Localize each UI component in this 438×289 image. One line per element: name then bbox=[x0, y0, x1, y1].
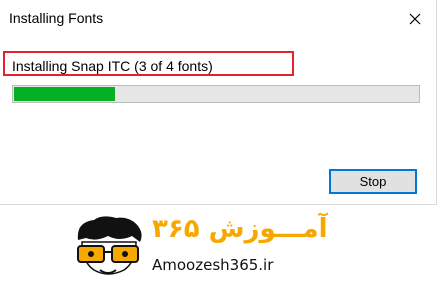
status-text: Installing Snap ITC (3 of 4 fonts) bbox=[12, 58, 213, 74]
installing-fonts-dialog: Installing Fonts Installing Snap ITC (3 … bbox=[0, 0, 437, 205]
watermark-persian-text: آمـــوزش ۳۶۵ bbox=[152, 214, 328, 244]
close-icon[interactable] bbox=[404, 8, 426, 30]
mascot-logo-icon bbox=[77, 216, 142, 275]
watermark: آمـــوزش ۳۶۵ Amoozesh365.ir bbox=[72, 212, 327, 286]
progress-bar-fill bbox=[14, 87, 115, 101]
watermark-site-text: Amoozesh365.ir bbox=[152, 256, 274, 274]
title-bar: Installing Fonts bbox=[0, 0, 436, 38]
stop-button[interactable]: Stop bbox=[329, 169, 417, 194]
window-title: Installing Fonts bbox=[9, 10, 104, 26]
progress-bar bbox=[12, 85, 420, 103]
